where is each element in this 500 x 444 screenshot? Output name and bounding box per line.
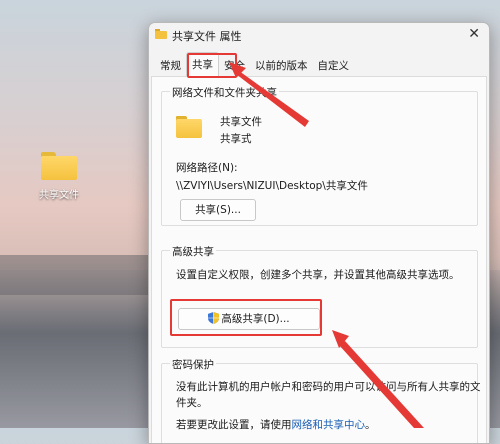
annotation-arrows [229,62,424,428]
arrow-to-advanced-button [339,341,424,428]
arrow-to-sharing-tab [232,66,309,127]
